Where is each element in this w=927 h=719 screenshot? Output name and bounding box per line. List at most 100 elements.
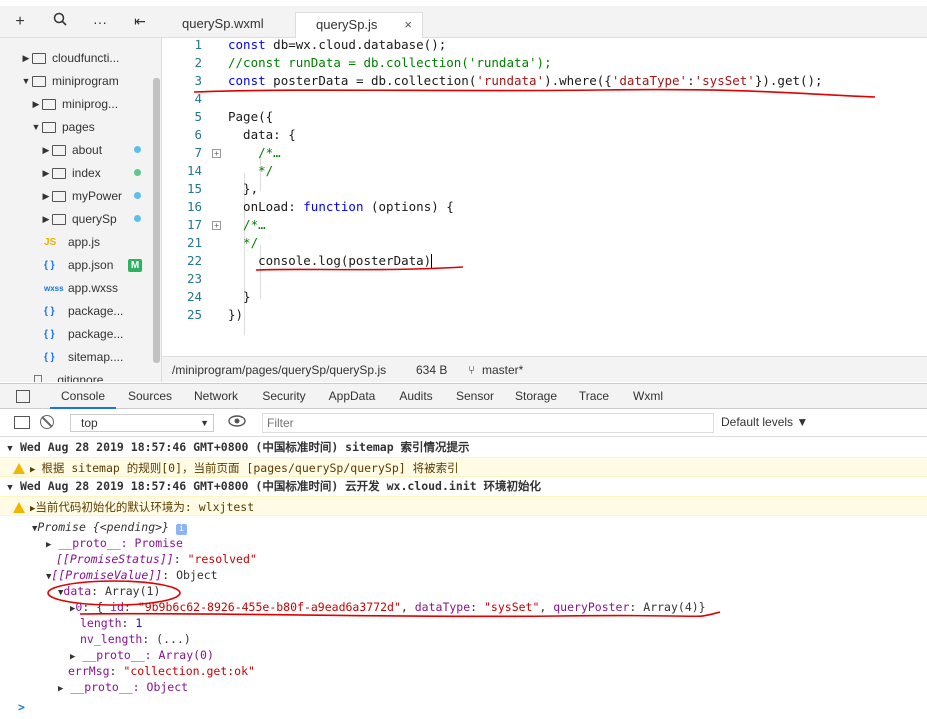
tree-row-errmsg: errMsg: "collection.get:ok" — [68, 664, 255, 678]
tab-appdata[interactable]: AppData — [322, 384, 382, 409]
chevron-right-icon: ▶ — [42, 190, 50, 201]
more-icon[interactable]: ··· — [80, 14, 120, 30]
tree-item-label: miniprog... — [62, 97, 119, 111]
chevron-right-icon: ▶ — [70, 652, 76, 662]
tree-row-proto[interactable]: ▶ __proto__: Object — [0, 679, 927, 695]
tree-item-app-json[interactable]: { } app.json — [44, 254, 113, 276]
console-output: ▼ Wed Aug 28 2019 18:57:46 GMT+0800 (中国标准… — [0, 437, 927, 719]
chevron-right-icon: ▶ — [42, 167, 50, 178]
editor-statusbar: /miniprogram/pages/querySp/querySp.js 63… — [162, 356, 927, 382]
prompt-icon: > — [18, 700, 25, 714]
property-key: queryPoster — [553, 600, 630, 614]
tree-item-mypower[interactable]: ▶ myPower — [40, 185, 122, 207]
tree-item-package-lock[interactable]: { } package... — [44, 323, 123, 345]
chevron-right-icon: ▶ — [42, 213, 50, 224]
tab-security[interactable]: Security — [256, 384, 312, 409]
log-levels-select[interactable]: Default levels ▼ — [721, 415, 808, 429]
tree-row-promise[interactable]: ▼Promise {<pending>} i — [0, 519, 927, 535]
tab-wxml[interactable]: Wxml — [626, 384, 670, 409]
inspect-icon[interactable] — [16, 390, 30, 403]
search-icon[interactable] — [40, 12, 80, 31]
chevron-right-icon: ▶ — [32, 98, 40, 109]
tab-network[interactable]: Network — [186, 384, 246, 409]
tab-querysp-wxml[interactable]: querySp.wxml — [162, 12, 292, 38]
line-number: 1 — [194, 37, 202, 52]
property-key: [[PromiseValue]] — [51, 568, 163, 582]
console-filter-input[interactable] — [262, 413, 714, 433]
sidebar-scrollbar[interactable] — [153, 78, 160, 363]
line-number: 25 — [186, 307, 202, 322]
code-editor[interactable]: 1 const db=wx.cloud.database(); 2 //const … — [162, 37, 927, 356]
property-value: "resolved" — [187, 552, 257, 566]
tree-item-sitemap[interactable]: { } sitemap.... — [44, 346, 123, 368]
tree-item-miniprogram[interactable]: ▼ miniprogram — [20, 70, 119, 92]
tree-item-app-js[interactable]: JS app.js — [44, 231, 100, 253]
sidebar-toggle-icon[interactable] — [14, 416, 30, 429]
folder-open-icon — [42, 121, 56, 133]
file-tree: ▶ cloudfuncti... ▼ miniprogram ▶ miniprog..… — [0, 38, 162, 382]
tree-row-proto[interactable]: ▶ __proto__: Promise — [0, 535, 927, 551]
property-value: "sysSet" — [484, 600, 540, 614]
line-number: 5 — [194, 109, 202, 124]
tree-item-pages[interactable]: ▼ pages — [30, 116, 95, 138]
property-key: nv_length — [80, 632, 143, 646]
git-branch[interactable]: master* — [482, 357, 523, 383]
console-warning-row[interactable]: ▶ 根据 sitemap 的规则[0]，当前页面 [pages/querySp/q… — [0, 457, 927, 477]
clear-console-icon[interactable] — [40, 415, 54, 429]
chevron-right-icon: ▶ — [46, 540, 52, 550]
tab-sources[interactable]: Sources — [122, 384, 178, 409]
tab-audits[interactable]: Audits — [392, 384, 440, 409]
tab-sensor[interactable]: Sensor — [450, 384, 500, 409]
proto-label: __proto__: Array(0) — [82, 648, 214, 662]
code-text: console.log(posterData) — [228, 253, 433, 269]
tab-storage[interactable]: Storage — [510, 384, 562, 409]
tree-row-value[interactable]: ▼[[PromiseValue]]: Object — [0, 567, 927, 583]
tree-item-about[interactable]: ▶ about — [40, 139, 103, 161]
console-log-row[interactable]: ▼ Wed Aug 28 2019 18:57:46 GMT+0800 (中国标准… — [0, 439, 927, 455]
code-text: //const runData = db.collection('rundata… — [228, 55, 552, 70]
tree-item-label: .gitignore — [54, 373, 104, 382]
line-number: 24 — [186, 289, 202, 304]
tree-item-querysp[interactable]: ▶ querySp — [40, 208, 117, 230]
tree-row-nvlength[interactable]: nv_length: (...) — [0, 631, 927, 647]
json-file-icon: { } — [44, 351, 55, 363]
tree-item-package-json[interactable]: { } package... — [44, 300, 123, 322]
tab-console[interactable]: Console — [50, 384, 116, 409]
fold-expand-icon[interactable]: + — [212, 221, 221, 230]
property-key: length — [80, 616, 122, 630]
modified-dot-icon — [134, 146, 141, 153]
log-message: Wed Aug 28 2019 18:57:46 GMT+0800 (中国标准时… — [20, 440, 470, 454]
tab-trace[interactable]: Trace — [572, 384, 616, 409]
eye-icon[interactable] — [228, 414, 246, 431]
context-select[interactable]: top ▼ — [70, 414, 214, 432]
console-warning-row[interactable]: ▶当前代码初始化的默认环境为: wlxjtest — [0, 496, 927, 516]
tree-row-item0[interactable]: ▶0: {_id: "9b9b6c62-8926-455e-b80f-a9ead… — [0, 599, 927, 615]
file-path: /miniprogram/pages/querySp/querySp.js — [172, 363, 387, 377]
editor-tabs: querySp.wxml querySp.js × — [162, 6, 927, 38]
tab-label: querySp.wxml — [182, 16, 264, 31]
tab-querysp-js[interactable]: querySp.js × — [295, 12, 423, 38]
tree-item-miniprogram-sub[interactable]: ▶ miniprog... — [30, 93, 119, 115]
close-icon[interactable]: × — [404, 13, 412, 37]
folder-icon — [42, 98, 56, 110]
tree-item-gitignore[interactable]: .gitignore — [34, 369, 103, 382]
tree-item-label: app.js — [68, 235, 101, 249]
tree-item-index[interactable]: ▶ index — [40, 162, 101, 184]
property-key: [[PromiseStatus]] — [56, 552, 174, 566]
code-text: */ — [228, 163, 274, 178]
file-size: 634 B — [416, 363, 448, 377]
tree-row-data[interactable]: ▼data: Array(1) — [0, 583, 927, 599]
branch-icon: ⑂ — [468, 363, 476, 377]
code-text: } — [228, 289, 251, 304]
file-toolbar: + ··· ⇤ — [0, 6, 162, 38]
console-prompt[interactable]: > — [0, 699, 927, 715]
collapse-icon[interactable]: ⇤ — [120, 13, 160, 30]
tree-item-app-wxss[interactable]: wxss app.wxss — [44, 277, 118, 299]
console-log-row[interactable]: ▼ Wed Aug 28 2019 18:57:46 GMT+0800 (中国标准… — [0, 478, 927, 494]
plus-icon[interactable]: + — [0, 13, 40, 31]
folder-icon — [52, 190, 66, 202]
property-key: dataType — [414, 600, 471, 614]
fold-expand-icon[interactable]: + — [212, 149, 221, 158]
tree-item-cloudfunctions[interactable]: ▶ cloudfuncti... — [20, 47, 120, 69]
tree-row-proto[interactable]: ▶ __proto__: Array(0) — [0, 647, 927, 663]
